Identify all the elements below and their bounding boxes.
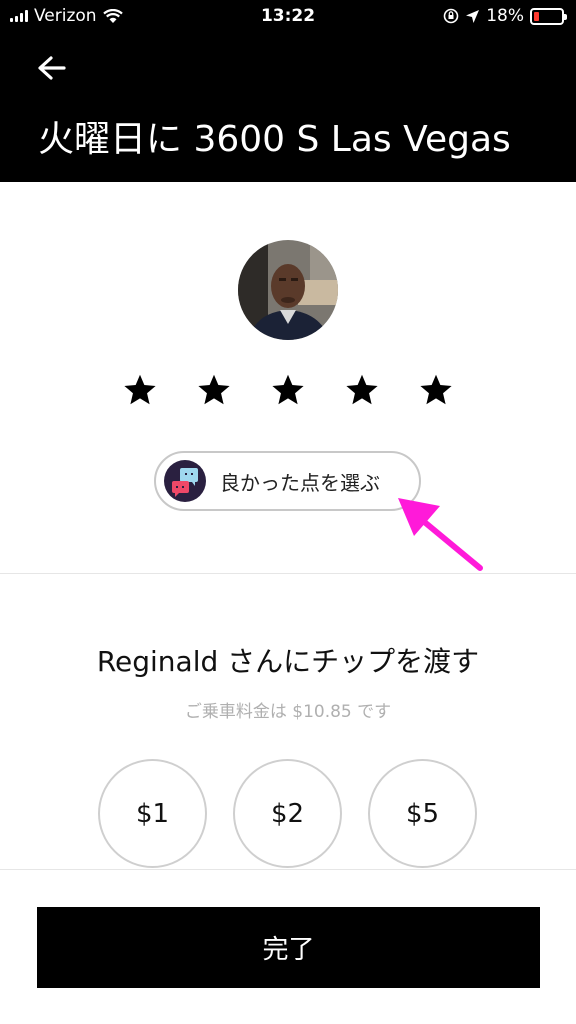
status-bar: Verizon 13:22 18% (0, 0, 576, 34)
tip-option-2[interactable]: $2 (233, 759, 342, 868)
driver-photo (238, 240, 338, 340)
back-arrow-icon[interactable] (36, 54, 68, 82)
battery-percent: 18% (486, 6, 524, 26)
status-right: 18% (443, 6, 567, 26)
compliment-chat-icon (164, 460, 206, 502)
location-arrow-icon (466, 9, 480, 23)
star-icon[interactable] (122, 372, 158, 408)
battery-fill (534, 11, 539, 21)
annotation-arrow-icon (398, 498, 483, 571)
star-icon[interactable] (270, 372, 306, 408)
compliment-label: 良かった点を選ぶ (220, 470, 380, 495)
page-title: 火曜日に 3600 S Las Vegas (38, 119, 511, 160)
battery-icon (530, 7, 567, 25)
rating-stars (0, 372, 576, 408)
tip-section-title: Reginald さんにチップを渡す (96, 645, 480, 678)
fare-note: ご乗車料金は $10.85 です (184, 702, 392, 722)
tip-option-5[interactable]: $5 (368, 759, 477, 868)
tip-option-1[interactable]: $1 (98, 759, 207, 868)
footer-divider (0, 869, 576, 870)
rotation-lock-icon (443, 8, 459, 24)
section-divider (0, 573, 576, 574)
app-header: Verizon 13:22 18% 火曜日に 3600 S Las Vegas (0, 0, 576, 182)
done-button[interactable]: 完了 (37, 907, 540, 988)
star-icon[interactable] (418, 372, 454, 408)
compliment-button[interactable]: 良かった点を選ぶ (154, 451, 421, 511)
tip-options: $1 $2 $5 (98, 759, 477, 868)
driver-avatar (238, 240, 338, 340)
star-icon[interactable] (344, 372, 380, 408)
star-icon[interactable] (196, 372, 232, 408)
